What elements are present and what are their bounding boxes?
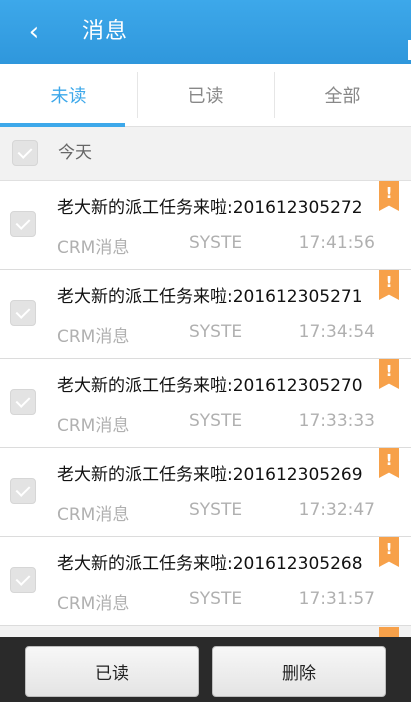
message-title: 老大新的派工任务来啦:201612305270 [57, 376, 363, 396]
message-sender: SYSTE [189, 233, 243, 253]
delete-button[interactable]: 删除 [212, 646, 386, 697]
message-checkbox[interactable] [10, 389, 36, 415]
message-title: 老大新的派工任务来啦:201612305272 [57, 198, 363, 218]
tab-unread[interactable]: 未读 [0, 64, 137, 127]
unread-flag-icon: ! [379, 181, 399, 211]
message-time: 17:32:47 [298, 500, 375, 520]
message-time: 17:41:56 [298, 233, 375, 253]
select-all-checkbox[interactable] [12, 140, 38, 166]
message-checkbox[interactable] [10, 478, 36, 504]
message-checkbox[interactable] [10, 300, 36, 326]
tab-bar: 未读 已读 全部 [0, 64, 411, 127]
unread-flag-icon: ! [379, 448, 399, 478]
bottom-action-bar: 已读 删除 [0, 637, 411, 702]
chevron-left-icon: ‹ [28, 17, 40, 47]
message-sender: SYSTE [189, 500, 243, 520]
message-sender: SYSTE [189, 411, 243, 431]
message-checkbox[interactable] [10, 211, 36, 237]
unread-flag-icon: ! [379, 270, 399, 300]
message-title: 老大新的派工任务来啦:201612305268 [57, 554, 363, 574]
page-title: 消息 [82, 19, 129, 44]
back-button[interactable]: ‹ [20, 16, 48, 48]
message-item[interactable]: 老大新的派工任务来啦:201612305271 CRM消息 SYSTE 17:3… [0, 270, 411, 359]
message-checkbox[interactable] [10, 567, 36, 593]
mark-read-button[interactable]: 已读 [25, 646, 199, 697]
message-time: 17:31:57 [298, 589, 375, 609]
message-title: 老大新的派工任务来啦:201612305269 [57, 465, 363, 485]
message-time: 17:34:54 [298, 322, 375, 342]
message-item[interactable]: 老大新的派工任务来啦:201612305272 CRM消息 SYSTE 17:4… [0, 181, 411, 270]
message-item[interactable]: 老大新的派工任务来啦:201612305269 CRM消息 SYSTE 17:3… [0, 448, 411, 537]
message-sender: SYSTE [189, 589, 243, 609]
section-label: 今天 [58, 143, 92, 163]
message-title: 老大新的派工任务来啦:201612305271 [57, 287, 363, 307]
section-header-today: 今天 [0, 127, 411, 181]
unread-flag-icon: ! [379, 537, 399, 567]
message-source: CRM消息 [57, 327, 130, 347]
tab-all[interactable]: 全部 [274, 64, 411, 126]
message-source: CRM消息 [57, 416, 130, 436]
title-bar: ‹ 消息 [0, 0, 411, 64]
message-item[interactable]: 老大新的派工任务来啦:201612305270 CRM消息 SYSTE 17:3… [0, 359, 411, 448]
unread-flag-icon: ! [379, 359, 399, 389]
message-list: 老大新的派工任务来啦:201612305272 CRM消息 SYSTE 17:4… [0, 181, 411, 626]
message-source: CRM消息 [57, 505, 130, 525]
message-item[interactable]: 老大新的派工任务来啦:201612305268 CRM消息 SYSTE 17:3… [0, 537, 411, 626]
message-sender: SYSTE [189, 322, 243, 342]
message-source: CRM消息 [57, 594, 130, 614]
message-time: 17:33:33 [298, 411, 375, 431]
tab-read[interactable]: 已读 [137, 64, 274, 126]
message-source: CRM消息 [57, 238, 130, 258]
